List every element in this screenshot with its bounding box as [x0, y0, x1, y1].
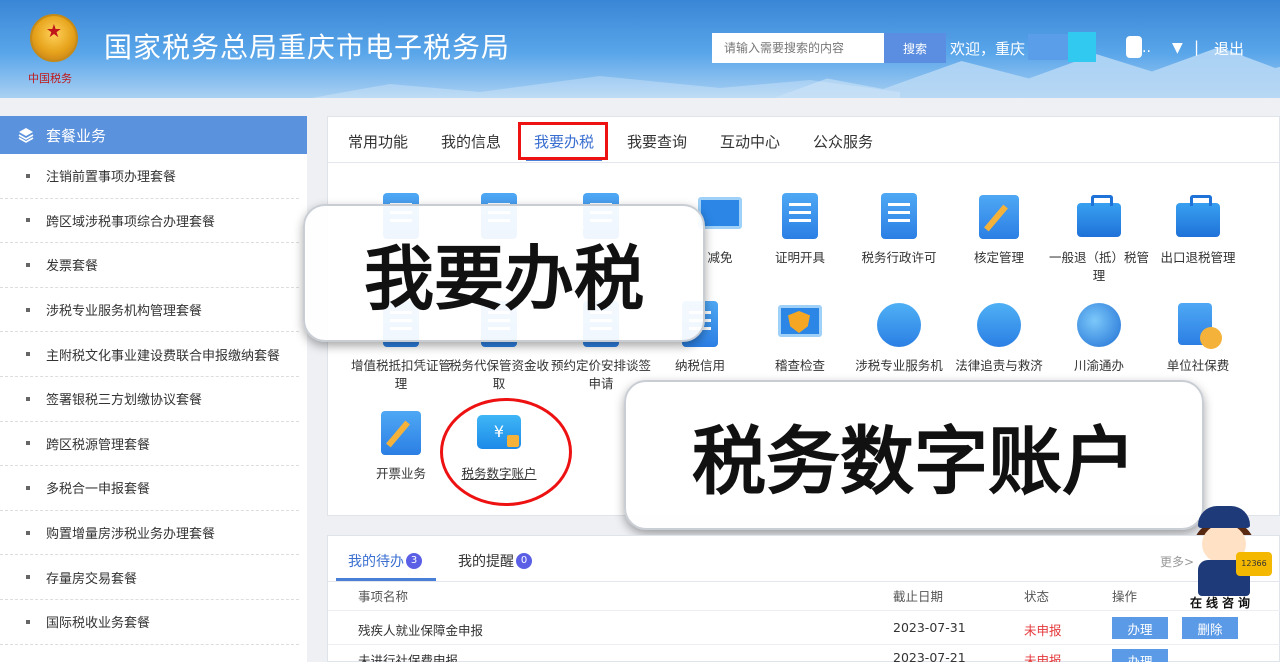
document-icon: [778, 193, 822, 241]
delete-button[interactable]: 删除: [1182, 617, 1238, 639]
tax-emblem-icon: ★: [24, 10, 84, 72]
col-header-name: 事项名称: [358, 589, 409, 604]
todo-panel: 我的待办 3 我的提醒 0 更多> 事项名称 截止日期 状态 操作 残疾人就业保障金…: [327, 535, 1280, 662]
sidebar-item[interactable]: 跨区税源管理套餐: [0, 422, 299, 467]
emblem-caption: 中国税务: [28, 72, 72, 85]
hotline-phone-icon: 12366: [1236, 552, 1272, 576]
sidebar-item[interactable]: 涉税专业服务机构管理套餐: [0, 288, 299, 333]
grid-item-tax-refund[interactable]: 一般退（抵）税管理: [1049, 193, 1149, 285]
tab-my-info[interactable]: 我的信息: [441, 131, 501, 152]
sidebar-item[interactable]: 跨区域涉税事项综合办理套餐: [0, 199, 299, 244]
digital-account-highlight-circle: [440, 398, 572, 506]
clipboard-icon: [977, 193, 1021, 241]
globe-icon: [1077, 301, 1121, 349]
sidebar-title: 套餐业务: [46, 126, 107, 145]
tab-common[interactable]: 常用功能: [348, 131, 408, 152]
sidebar-item[interactable]: 国际税收业务套餐: [0, 600, 299, 645]
layers-icon: [18, 128, 34, 143]
social-security-icon: [1176, 301, 1222, 349]
masked-username: [1028, 34, 1070, 60]
license-icon: [877, 193, 921, 241]
sidebar-item[interactable]: 购置增量房涉税业务办理套餐: [0, 511, 299, 556]
online-consult-label[interactable]: 在线咨询: [1190, 594, 1254, 611]
grid-item-invoicing[interactable]: 开票业务: [351, 409, 451, 483]
col-header-date: 截止日期: [893, 589, 944, 604]
callout-handle-tax: 我要办税: [303, 204, 705, 342]
site-header: ★ 中国税务 国家税务总局重庆市电子税务局 搜索 欢迎，重庆 .. ▼ | 退出: [0, 0, 1280, 98]
user-menu-caret-icon[interactable]: ▼: [1172, 40, 1183, 56]
status-badge: 未申报: [1024, 653, 1062, 662]
sidebar-item[interactable]: 多税合一申报套餐: [0, 466, 299, 511]
col-header-action: 操作: [1112, 589, 1138, 604]
sidebar-item[interactable]: 注销前置事项办理套餐: [0, 154, 299, 199]
grid-item-agency[interactable]: 涉税专业服务机: [849, 301, 949, 375]
tab-my-reminders[interactable]: 我的提醒 0: [458, 551, 532, 571]
todo-row-date: 2023-07-31: [893, 620, 966, 635]
legal-shield-icon: [977, 301, 1021, 349]
todo-count-badge: 3: [406, 553, 422, 569]
function-tabs: 常用功能 我的信息 我要办税 我要查询 互动中心 公众服务: [328, 117, 1279, 163]
grid-item-legal[interactable]: 法律追责与救济: [949, 301, 1049, 375]
col-header-status: 状态: [1024, 589, 1050, 604]
tab-public-service[interactable]: 公众服务: [813, 131, 873, 152]
grid-item-verification[interactable]: 核定管理: [949, 193, 1049, 267]
monitor-shield-icon: [778, 301, 822, 349]
sidebar-item[interactable]: 存量房交易套餐: [0, 555, 299, 600]
sidebar: 套餐业务 注销前置事项办理套餐 跨区域涉税事项综合办理套餐 发票套餐 涉税专业服…: [0, 116, 307, 662]
status-badge: 未申报: [1024, 623, 1062, 638]
search-input[interactable]: [712, 33, 884, 63]
reminder-count-badge: 0: [516, 553, 532, 569]
welcome-text: 欢迎，重庆: [950, 40, 1026, 58]
callout-digital-account: 税务数字账户: [624, 380, 1204, 530]
grid-item-inspection[interactable]: 稽查检查: [750, 301, 850, 375]
logout-link[interactable]: 退出: [1214, 38, 1244, 59]
grid-item-sichuan-chongqing[interactable]: 川渝通办: [1049, 301, 1149, 375]
invoice-pen-icon: [379, 409, 423, 457]
tab-query[interactable]: 我要查询: [627, 131, 687, 152]
export-exchange-icon: [1176, 193, 1220, 241]
handle-button[interactable]: 办理: [1112, 617, 1168, 639]
todo-row-date: 2023-07-21: [893, 650, 966, 662]
grid-item-certificate[interactable]: 证明开具: [750, 193, 850, 267]
tab-interaction[interactable]: 互动中心: [720, 131, 780, 152]
tab-highlight-box: [518, 122, 608, 160]
grid-item-admin-license[interactable]: 税务行政许可: [849, 193, 949, 267]
sidebar-header: 套餐业务: [0, 116, 307, 154]
grid-item-social-security[interactable]: 单位社保费: [1148, 301, 1248, 375]
sidebar-item[interactable]: 发票套餐: [0, 243, 299, 288]
grid-item-export-refund[interactable]: 出口退税管理: [1148, 193, 1248, 267]
sidebar-item[interactable]: 签署银税三方划缴协议套餐: [0, 377, 299, 422]
todo-row-name: 未进行社保费申报: [358, 653, 459, 662]
briefcase-icon: [1077, 193, 1121, 241]
tab-my-todo[interactable]: 我的待办 3: [348, 551, 422, 571]
search-button[interactable]: 搜索: [884, 33, 946, 63]
site-title: 国家税务总局重庆市电子税务局: [104, 31, 511, 64]
todo-row-name: 残疾人就业保障金申报: [358, 623, 484, 638]
handshake-icon: [877, 301, 921, 349]
handle-button[interactable]: 办理: [1112, 649, 1168, 662]
sidebar-item[interactable]: 主附税文化事业建设费联合申报缴纳套餐: [0, 332, 299, 377]
